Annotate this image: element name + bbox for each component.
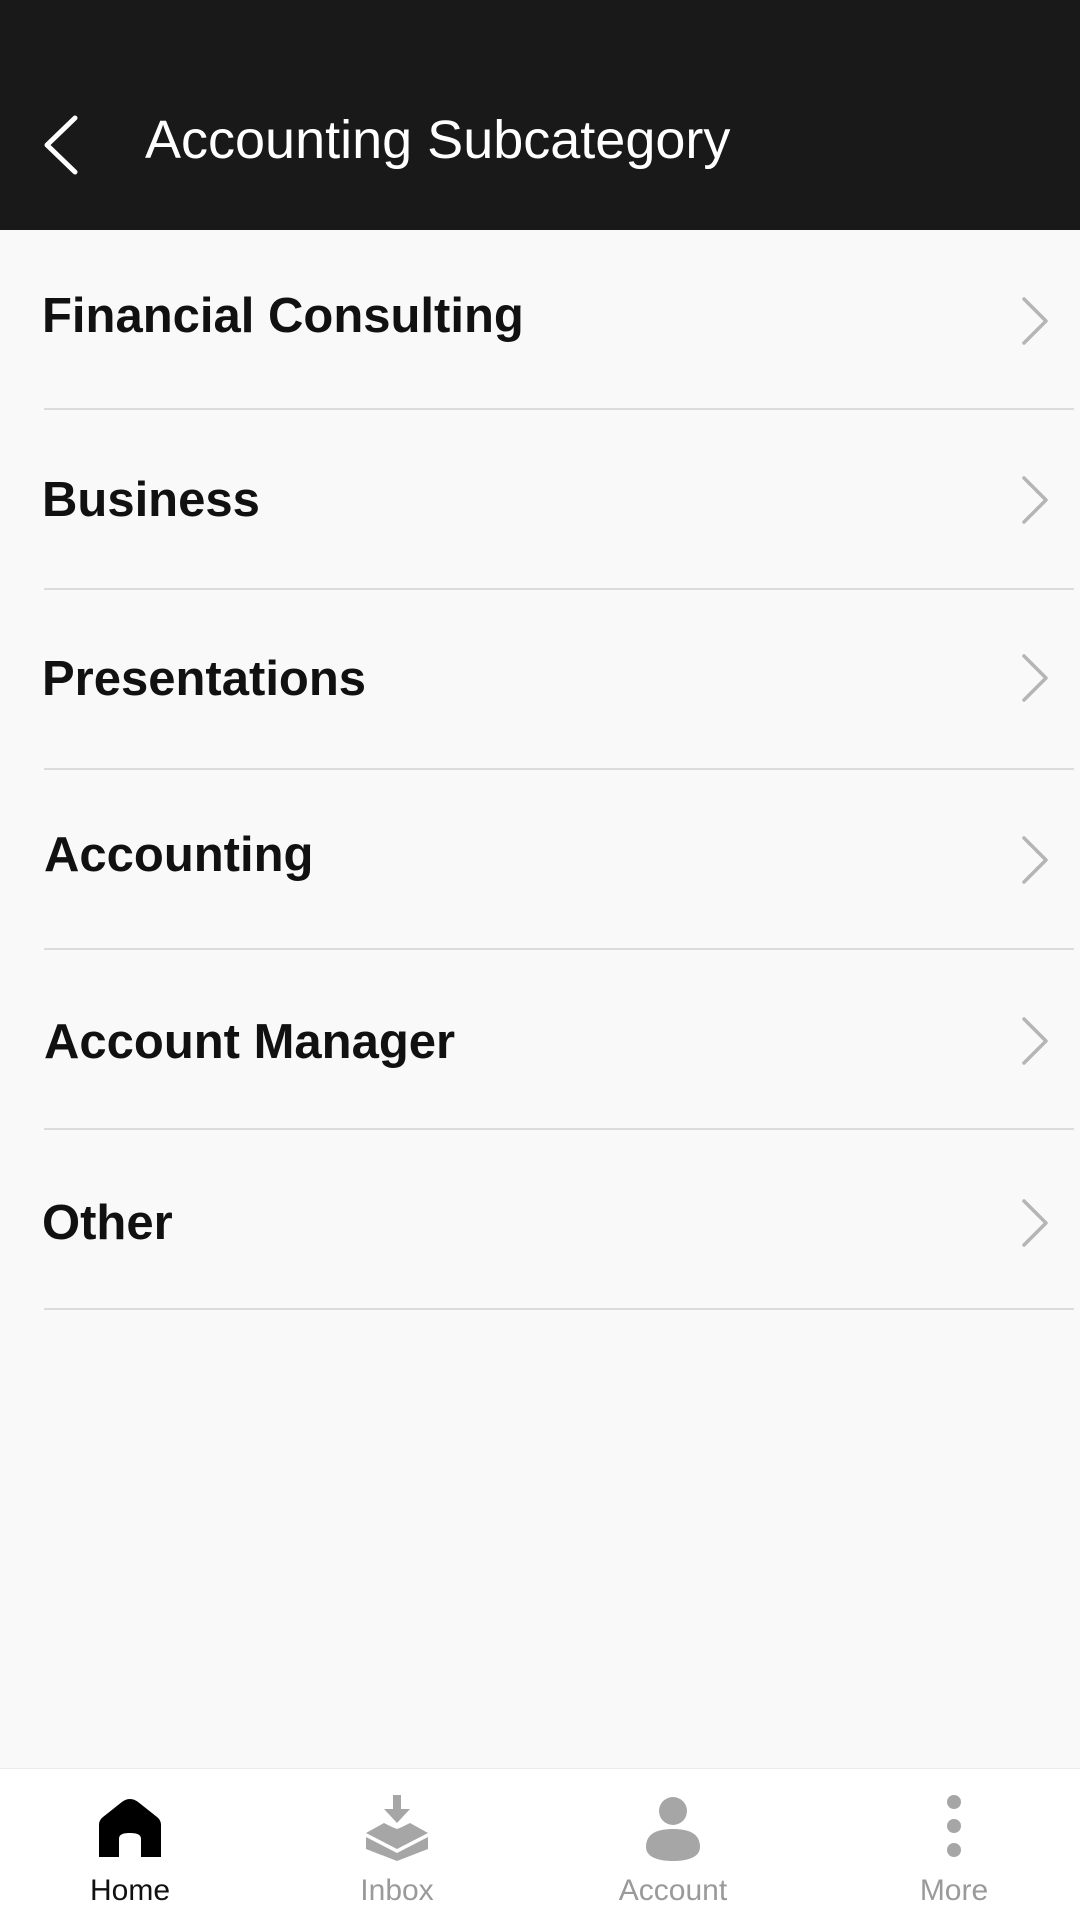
subcategory-list: Financial Consulting Business Presentati… bbox=[0, 230, 1080, 1310]
nav-label-home: Home bbox=[89, 1874, 171, 1907]
nav-label-account: Account bbox=[618, 1874, 728, 1907]
list-item-other[interactable]: Other bbox=[0, 1130, 1080, 1310]
nav-label-inbox: Inbox bbox=[360, 1874, 434, 1907]
list-item-label: Other bbox=[42, 1196, 173, 1250]
list-item-account-manager[interactable]: Account Manager bbox=[0, 950, 1080, 1130]
nav-inbox[interactable]: Inbox bbox=[297, 1769, 497, 1921]
list-item-label: Account Manager bbox=[44, 1015, 456, 1069]
more-vertical-icon bbox=[947, 1795, 961, 1857]
chevron-right-icon bbox=[1022, 476, 1048, 524]
chevron-left-icon bbox=[44, 115, 78, 175]
chevron-right-icon bbox=[1022, 297, 1048, 345]
nav-more[interactable]: More bbox=[854, 1769, 1054, 1921]
nav-label-more: More bbox=[919, 1874, 989, 1907]
list-item-presentations[interactable]: Presentations bbox=[0, 590, 1080, 770]
chevron-right-icon bbox=[1022, 654, 1048, 702]
account-icon bbox=[646, 1797, 700, 1861]
list-item-label: Presentations bbox=[42, 652, 367, 706]
nav-home[interactable]: Home bbox=[30, 1769, 230, 1921]
home-icon bbox=[99, 1799, 161, 1857]
chevron-right-icon bbox=[1022, 1199, 1048, 1247]
list-item-label: Accounting bbox=[44, 828, 314, 882]
list-item-label: Financial Consulting bbox=[42, 289, 524, 343]
list-item-business[interactable]: Business bbox=[0, 410, 1080, 590]
chevron-right-icon bbox=[1022, 836, 1048, 884]
page-title: Accounting Subcategory bbox=[145, 110, 731, 170]
app-header: Accounting Subcategory bbox=[0, 0, 1080, 230]
chevron-right-icon bbox=[1022, 1017, 1048, 1065]
bottom-navigation: Home Inbox Account More bbox=[0, 1768, 1080, 1921]
nav-account[interactable]: Account bbox=[573, 1769, 773, 1921]
row-divider bbox=[44, 1308, 1074, 1310]
inbox-icon bbox=[366, 1795, 428, 1861]
back-button[interactable] bbox=[30, 100, 90, 180]
list-item-financial-consulting[interactable]: Financial Consulting bbox=[0, 230, 1080, 410]
list-item-accounting[interactable]: Accounting bbox=[0, 770, 1080, 950]
list-item-label: Business bbox=[42, 473, 260, 527]
